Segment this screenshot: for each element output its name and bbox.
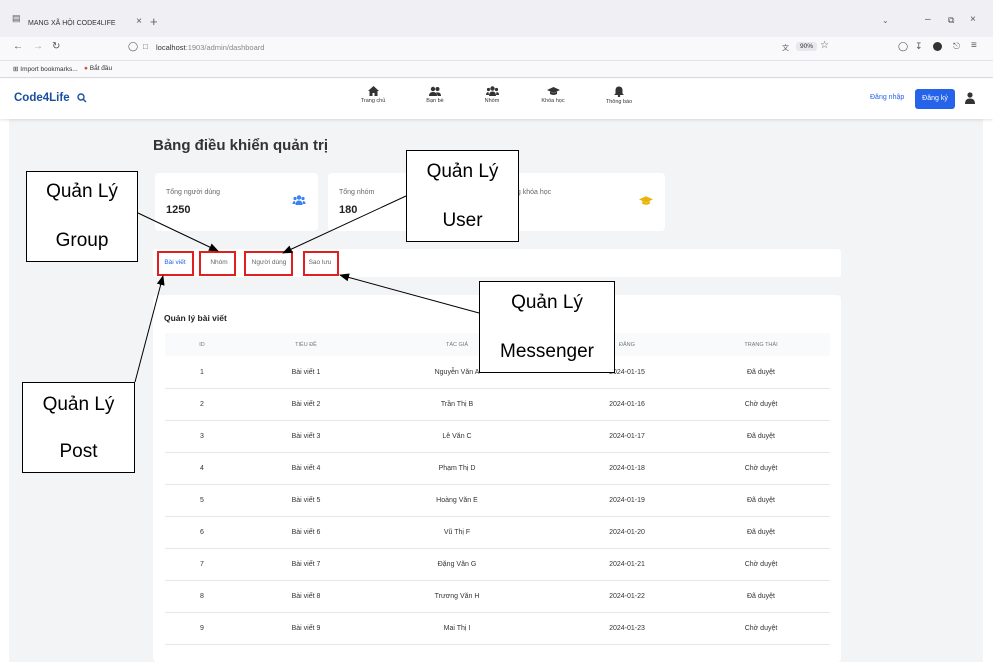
- callout-messenger-line1: Quản Lý: [511, 292, 583, 313]
- callout-user-line1: Quản Lý: [426, 161, 499, 182]
- arrow-group: [137, 212, 219, 252]
- arrow-post: [134, 275, 165, 383]
- callout-messenger-line2: Messenger: [500, 341, 594, 362]
- callout-messenger: Quản Lý Messenger: [479, 281, 615, 373]
- arrow-user: [282, 195, 407, 254]
- callout-group-line1: Quản Lý: [46, 181, 118, 202]
- callout-post-line1: Quản Lý: [42, 394, 115, 415]
- callout-post: Quản Lý Post: [22, 382, 135, 473]
- callout-user: Quản Lý User: [406, 150, 519, 242]
- callout-post-line2: Post: [59, 441, 98, 462]
- callout-group: Quản Lý Group: [26, 171, 138, 262]
- arrow-messenger: [339, 273, 480, 314]
- callout-group-line2: Group: [55, 230, 109, 251]
- callout-user-line2: User: [442, 210, 483, 231]
